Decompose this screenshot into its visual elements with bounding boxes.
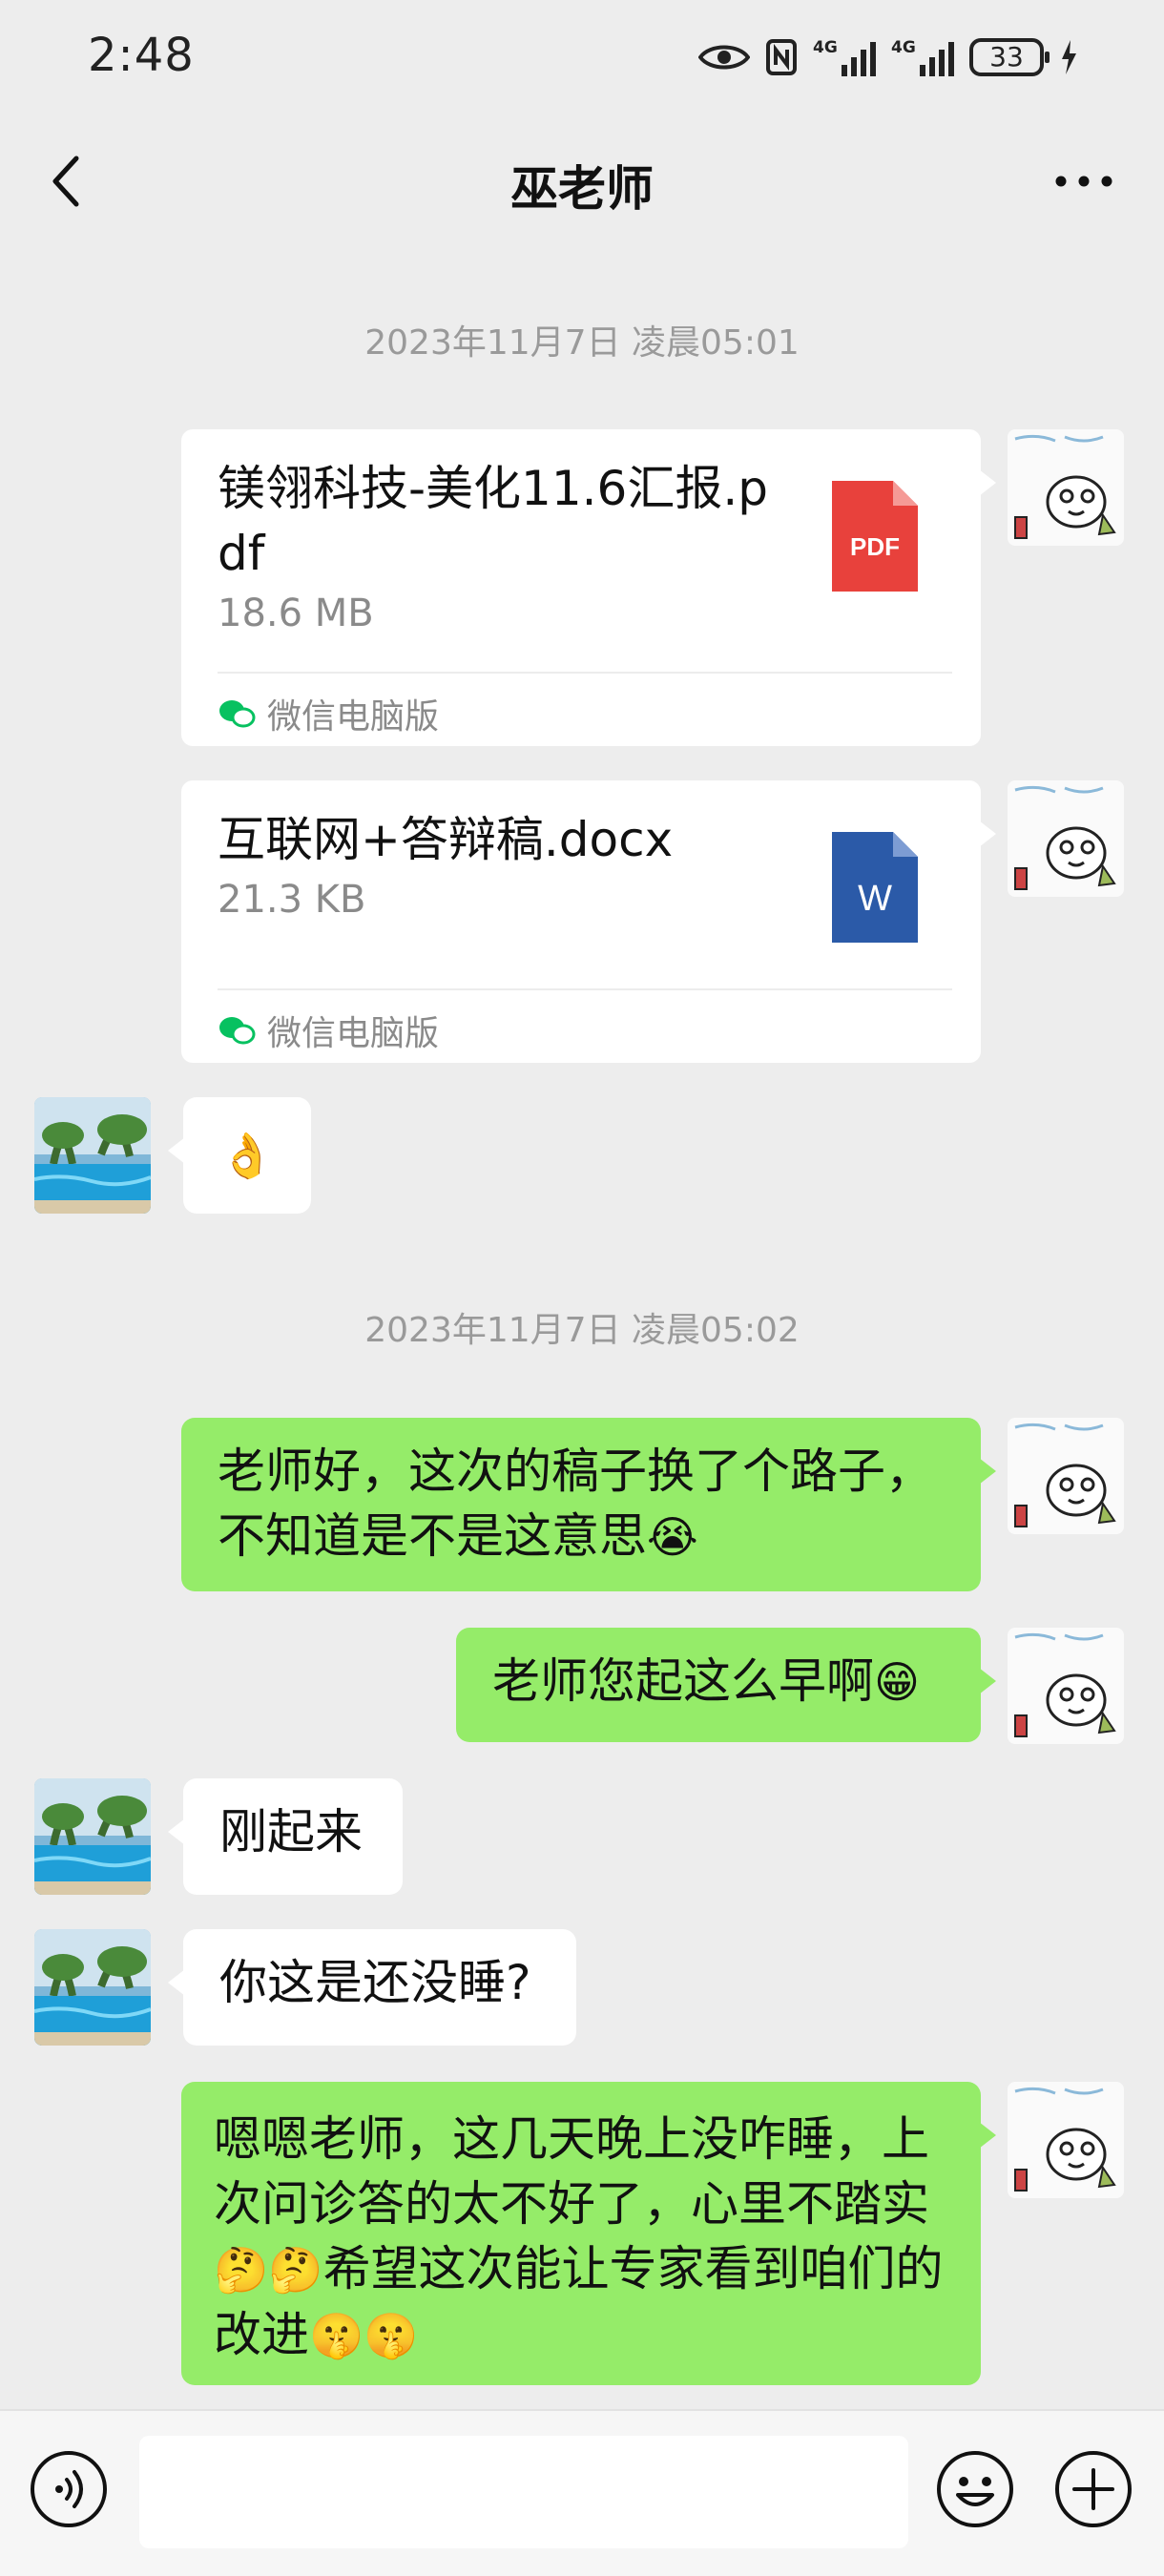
message-text: 老师您起这么早啊 — [492, 1653, 874, 1709]
message-bubble-outgoing[interactable]: 老师您起这么早啊😁 — [456, 1628, 996, 1742]
message-bubble-outgoing[interactable]: 嗯嗯老师，这几天晚上没咋睡，上次问诊答的太不好了，心里不踏实🤔🤔希望这次能让专家… — [181, 2082, 996, 2385]
my-avatar[interactable] — [1008, 1418, 1124, 1534]
my-avatar[interactable] — [1008, 2082, 1124, 2198]
plus-icon[interactable] — [1053, 2449, 1133, 2529]
file-message-pdf[interactable]: 镁翎科技-美化11.6汇报.pdf 18.6 MB PDF 微信电脑版 — [181, 429, 996, 746]
emoji-icon[interactable] — [935, 2449, 1015, 2529]
grinning-emoji: 😁 — [874, 1656, 920, 1708]
status-icons: 4G 4G 33 — [698, 34, 1078, 80]
ok-hand-emoji: 👌 — [219, 1130, 275, 1181]
message-input[interactable] — [139, 2436, 908, 2548]
file-message-docx[interactable]: 互联网+答辩稿.docx 21.3 KB W 微信电脑版 — [181, 780, 996, 1063]
divider — [218, 672, 952, 674]
charging-icon — [1062, 40, 1076, 74]
message-bubble-outgoing[interactable]: 老师好，这次的稿子换了个路子，不知道是不是这意思😭 — [181, 1418, 996, 1591]
chat-title: 巫老师 — [510, 161, 654, 217]
status-time: 2:48 — [88, 29, 195, 82]
file-name: 互联网+答辩稿.docx — [218, 812, 674, 867]
timestamp: 2023年11月7日 凌晨05:02 — [364, 1311, 800, 1350]
file-name: 镁翎科技-美化11.6汇报.pdf — [218, 461, 769, 581]
thinking-emoji: 🤔🤔 — [214, 2244, 323, 2296]
nav-bar: 巫老师 — [0, 114, 1164, 248]
wechat-icon — [219, 1017, 256, 1045]
file-source-label: 微信电脑版 — [267, 1014, 440, 1053]
word-file-icon: W — [832, 832, 918, 943]
signal-icon-2: 4G — [891, 38, 954, 76]
timestamp: 2023年11月7日 凌晨05:01 — [364, 323, 800, 363]
file-source-label: 微信电脑版 — [267, 697, 440, 737]
more-icon[interactable] — [1053, 174, 1114, 189]
pdf-label: PDF — [850, 532, 900, 561]
file-size: 21.3 KB — [218, 878, 366, 922]
message-bubble-incoming[interactable]: 你这是还没睡? — [168, 1929, 576, 2046]
status-bar: 2:48 4G 4G 33 — [0, 0, 1164, 114]
nfc-icon — [766, 39, 797, 75]
battery-icon: 33 — [969, 38, 1050, 76]
wechat-icon — [219, 700, 256, 728]
message-bubble-incoming[interactable]: 刚起来 — [168, 1778, 403, 1895]
signal-icon-1: 4G — [813, 38, 876, 76]
input-bar — [0, 2409, 1164, 2576]
file-size: 18.6 MB — [218, 592, 374, 635]
message-text: 嗯嗯老师，这几天晚上没咋睡，上次问诊答的太不好了，心里不踏实 — [214, 2111, 929, 2232]
crying-emoji: 😭 — [647, 1511, 698, 1563]
contact-avatar[interactable] — [34, 1097, 151, 1214]
my-avatar[interactable] — [1008, 780, 1124, 897]
network-type-1: 4G — [813, 38, 838, 57]
message-text: 你这是还没睡? — [219, 1955, 531, 2010]
contact-avatar[interactable] — [34, 1929, 151, 2046]
contact-avatar[interactable] — [34, 1778, 151, 1895]
my-avatar[interactable] — [1008, 429, 1124, 546]
file-source: 微信电脑版 — [218, 689, 439, 738]
message-text: 老师好，这次的稿子换了个路子，不知道是不是这意思 — [218, 1444, 933, 1564]
message-bubble-incoming[interactable]: 👌 — [168, 1097, 311, 1214]
message-text: 刚起来 — [219, 1804, 363, 1859]
voice-icon[interactable] — [29, 2449, 109, 2529]
pdf-file-icon: PDF — [832, 481, 918, 592]
eye-icon — [698, 45, 750, 70]
my-avatar[interactable] — [1008, 1628, 1124, 1744]
shushing-emoji: 🤫🤫 — [309, 2310, 419, 2361]
file-source: 微信电脑版 — [218, 1006, 439, 1055]
network-type-2: 4G — [891, 38, 916, 57]
word-label: W — [858, 879, 892, 919]
divider — [218, 988, 952, 990]
